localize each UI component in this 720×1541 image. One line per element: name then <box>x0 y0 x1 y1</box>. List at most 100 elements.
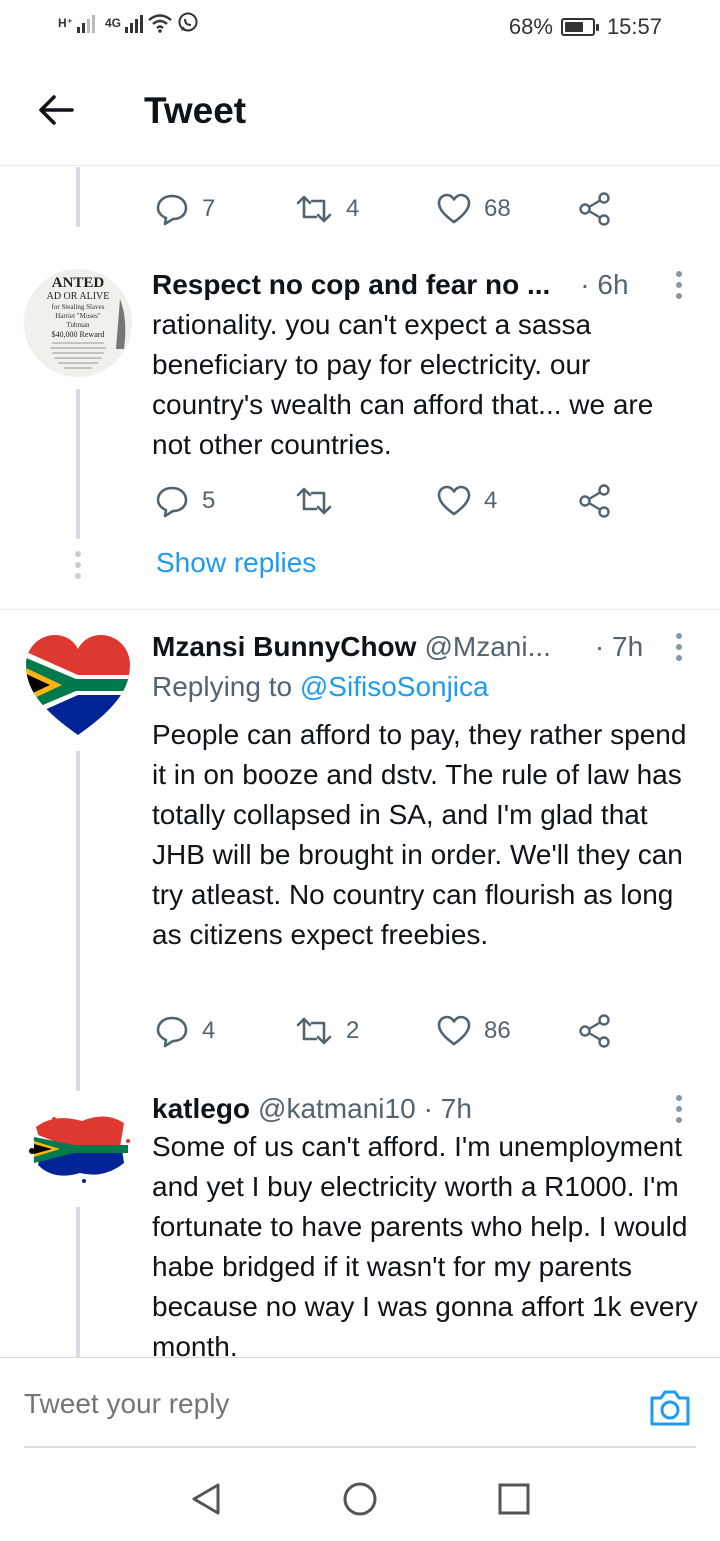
more-options-button[interactable] <box>666 631 692 663</box>
thread-dots <box>74 551 82 584</box>
replying-to: Replying to @SifisoSonjica <box>152 671 489 703</box>
back-button[interactable] <box>36 92 76 128</box>
nav-back-button[interactable] <box>188 1481 224 1517</box>
user-handle[interactable]: @katmani10 <box>258 1093 416 1125</box>
retweet-button[interactable] <box>294 481 346 521</box>
reply-count: 7 <box>202 195 216 222</box>
reply-button[interactable]: 7 <box>154 189 215 229</box>
square-recents-icon <box>498 1483 530 1515</box>
reply-underline <box>24 1446 696 1448</box>
thread-line <box>76 167 80 227</box>
sa-flag-splash-image <box>24 1093 132 1201</box>
network-type-h: H⁺ <box>58 16 73 30</box>
tweet[interactable]: Mzansi BunnyChow @Mzani... · 7h Replying… <box>0 629 720 1099</box>
circle-home-icon <box>343 1482 377 1516</box>
app-header: Tweet <box>0 56 720 166</box>
reply-icon <box>156 1016 188 1048</box>
reply-input[interactable] <box>24 1388 584 1420</box>
like-count: 68 <box>484 195 511 222</box>
thread-line <box>76 389 80 539</box>
tweet-feed[interactable]: 7 4 68 ANTED AD OR ALIVE for Stealing Sl… <box>0 167 720 1357</box>
like-button[interactable]: 86 <box>436 1011 511 1051</box>
retweet-icon <box>296 195 332 223</box>
tweet-header: Respect no cop and fear no ... · 6h <box>152 267 698 303</box>
status-right: 68% 15:57 <box>509 14 662 40</box>
retweet-count: 2 <box>346 1017 360 1044</box>
page-title: Tweet <box>144 90 247 131</box>
tweet-time[interactable]: · 7h <box>424 1093 472 1125</box>
tweet[interactable]: ANTED AD OR ALIVE for Stealing Slaves Ha… <box>0 267 720 607</box>
heart-icon <box>437 193 471 224</box>
battery-fill <box>564 22 583 32</box>
reply-count: 5 <box>202 487 216 514</box>
signal-icon-2 <box>125 15 144 33</box>
more-options-button[interactable] <box>666 269 692 301</box>
reply-icon <box>156 194 188 226</box>
nav-home-button[interactable] <box>342 1481 378 1517</box>
battery-icon <box>560 18 599 36</box>
reply-button[interactable]: 5 <box>154 481 215 521</box>
more-options-button[interactable] <box>666 1093 692 1125</box>
retweet-icon <box>296 1017 332 1045</box>
retweet-button[interactable]: 4 <box>294 189 359 229</box>
like-count: 86 <box>484 1017 511 1044</box>
tweet-actions: 5 4 <box>154 481 624 521</box>
camera-icon <box>650 1390 690 1426</box>
tweet-time[interactable]: · 7h <box>595 631 643 663</box>
poster-line-2: AD OR ALIVE <box>47 291 110 302</box>
like-button[interactable]: 4 <box>436 481 497 521</box>
triangle-back-icon <box>192 1483 220 1515</box>
wifi-icon <box>148 14 172 33</box>
share-button[interactable] <box>578 481 612 521</box>
heart-icon <box>437 485 471 516</box>
poster-line-6: $40,000 Reward <box>52 330 105 339</box>
poster-line-3: for Stealing Slaves <box>52 303 105 311</box>
tweet[interactable]: katlego @katmani10 · 7h Some of us can't… <box>0 1091 720 1357</box>
avatar[interactable]: ANTED AD OR ALIVE for Stealing Slaves Ha… <box>24 269 132 377</box>
replying-to-label: Replying to <box>152 671 293 702</box>
nav-recents-button[interactable] <box>496 1481 532 1517</box>
camera-button[interactable] <box>648 1388 692 1428</box>
display-name[interactable]: katlego <box>152 1093 250 1125</box>
system-nav-bar <box>0 1449 720 1541</box>
reply-composer <box>0 1357 720 1449</box>
retweet-count: 4 <box>346 195 360 222</box>
mention-link[interactable]: @SifisoSonjica <box>300 671 489 702</box>
reply-count: 4 <box>202 1017 216 1044</box>
tweet-text: Some of us can't afford. I'm unemploymen… <box>152 1131 698 1357</box>
tweet-actions: 4 2 86 <box>154 1011 624 1051</box>
tweet-text: People can afford to pay, they rather sp… <box>152 719 687 950</box>
clock: 15:57 <box>606 14 662 39</box>
tweet-header: katlego @katmani10 · 7h <box>152 1091 698 1127</box>
wanted-poster-image: ANTED AD OR ALIVE for Stealing Slaves Ha… <box>24 269 132 377</box>
share-icon <box>579 1014 610 1048</box>
heart-icon <box>437 1015 471 1046</box>
share-icon <box>579 484 610 518</box>
avatar[interactable] <box>24 1093 132 1201</box>
display-name[interactable]: Respect no cop and fear no ... <box>152 269 550 301</box>
show-replies-link[interactable]: Show replies <box>156 547 316 579</box>
reply-button[interactable]: 4 <box>154 1011 215 1051</box>
tweet-actions: 7 4 68 <box>154 189 624 229</box>
poster-line-5: Tubman <box>66 321 90 329</box>
poster-line-1: ANTED <box>52 275 105 291</box>
retweet-icon <box>296 487 332 515</box>
share-icon <box>579 192 610 226</box>
divider <box>0 609 720 610</box>
signal-icon <box>77 15 95 33</box>
tweet-text: rationality. you can't expect a sassa be… <box>152 309 654 460</box>
user-handle[interactable]: @Mzani... <box>424 631 550 663</box>
arrow-left-icon <box>39 95 74 125</box>
avatar[interactable] <box>24 631 132 739</box>
sa-flag-heart-image <box>26 635 130 735</box>
tweet-time[interactable]: · 6h <box>580 269 628 301</box>
display-name[interactable]: Mzansi BunnyChow <box>152 631 416 663</box>
retweet-button[interactable]: 2 <box>294 1011 359 1051</box>
like-count: 4 <box>484 487 498 514</box>
share-button[interactable] <box>578 189 612 229</box>
thread-line <box>76 1207 80 1357</box>
like-button[interactable]: 68 <box>436 189 511 229</box>
share-button[interactable] <box>578 1011 612 1051</box>
reply-icon <box>156 486 188 518</box>
status-bar: H⁺ 4G 68% 15:57 <box>0 0 720 56</box>
